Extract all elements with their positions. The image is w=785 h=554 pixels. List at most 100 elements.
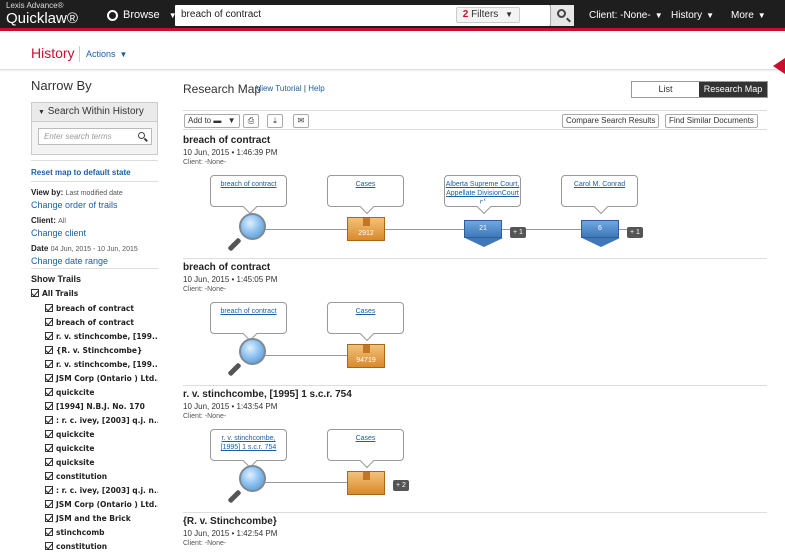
trail-checkbox-label: quickcite [56,444,95,453]
download-button[interactable]: ⤓ [267,114,283,128]
trail-checkbox-label: stinchcomb [56,528,105,537]
client-filter-label: Client: [31,216,56,225]
node-bubble-judge[interactable]: Carol M. Conrad [561,175,638,207]
print-button[interactable]: ⎙ [243,114,259,128]
trail-checkbox-label: JSM Corp (Ontario ) Ltd.... [56,374,158,383]
trail-checkbox[interactable]: stinchcomb [31,526,158,540]
filters-dropdown[interactable]: 2 Filters ▼ [455,7,520,23]
search-input[interactable] [175,5,475,24]
trail-checkbox-label: r. v. stinchcombe, [199... [56,332,158,341]
reset-map-link[interactable]: Reset map to default state [31,168,158,177]
trail-checkbox[interactable]: JSM Corp (Ontario ) Ltd.... [31,498,158,512]
search-button[interactable] [550,5,574,26]
cases-box-icon[interactable]: 94719 [347,344,385,368]
node-bubble-cases[interactable]: Cases [327,302,404,334]
caret-down-icon: ▼ [38,109,45,116]
brand-line1: Lexis Advance® [6,1,64,10]
trail-checkbox[interactable]: {R. v. Stinchcombe} [31,344,158,358]
trail-date: 10 Jun, 2015 • 1:43:54 PM [183,402,278,411]
search-within-toggle[interactable]: ▼ Search Within History [32,103,157,122]
change-client-link[interactable]: Change client [31,228,158,238]
trail-checkbox[interactable]: constitution [31,470,158,484]
trail-checkbox[interactable]: breach of contract [31,302,158,316]
trail-checkbox[interactable]: quickcite [31,442,158,456]
globe-icon [107,9,118,21]
node-bubble-search[interactable]: r. v. stinchcombe, [1995] 1 s.c.r. 754 [210,429,287,461]
narrow-by-heading: Narrow By [31,78,92,93]
actions-menu[interactable]: Actions ▼ [86,49,127,59]
more-menu[interactable]: More ▼ [731,10,766,21]
trail-checkbox[interactable]: constitution [31,540,158,554]
list-view-button[interactable]: List [632,82,699,97]
trail-checkbox[interactable]: JSM Corp (Ontario ) Ltd.... [31,372,158,386]
magnifier-handle [227,489,242,504]
client-menu[interactable]: Client: -None- ▼ [589,10,663,21]
search-within-history: ▼ Search Within History Enter search ter… [31,102,158,155]
browse-menu[interactable]: Browse ▼ [107,9,177,21]
trail-title[interactable]: {R. v. Stinchcombe} [183,516,767,527]
change-order-link[interactable]: Change order of trails [31,200,158,210]
add-to-folder-button[interactable]: Add to ▬ ▼ [184,114,240,128]
trail-checkbox[interactable]: [1994] N.B.J. No. 170 [31,400,158,414]
checkbox-checked-icon [45,528,53,536]
trail-title[interactable]: breach of contract [183,262,767,273]
search-magnifier-icon[interactable] [239,465,266,492]
trail-checkbox[interactable]: : r. c. ivey, [2003] q.j. n... [31,414,158,428]
trail-checkbox[interactable]: JSM and the Brick [31,512,158,526]
judge-filter-icon[interactable]: 6 [581,220,620,247]
checkbox-checked-icon [45,388,53,396]
email-button[interactable]: ✉ [293,114,309,128]
trail-checkbox-label: constitution [56,472,108,481]
trail-checkbox[interactable]: breach of contract [31,316,158,330]
trail-checkbox[interactable]: r. v. stinchcombe, [199... [31,358,158,372]
node-bubble-cases[interactable]: Cases [327,175,404,207]
node-bubble-search[interactable]: breach of contract [210,302,287,334]
cases-box-icon[interactable]: 2912 [347,217,385,241]
history-menu[interactable]: History ▼ [671,10,714,21]
checkbox-checked-icon [45,360,53,368]
trail-client: Client: -None- [183,159,227,166]
brand-logo[interactable]: Lexis Advance® Quicklaw® [6,1,78,27]
link-separator: | [303,84,306,93]
change-date-link[interactable]: Change date range [31,256,158,266]
date-filter-label: Date [31,244,49,253]
checkbox-checked-icon [45,430,53,438]
checkbox-checked-icon [45,500,53,508]
trail-title[interactable]: breach of contract [183,135,767,146]
filters-label: Filters [471,9,499,20]
court-filter-icon[interactable]: 21 [464,220,503,247]
trail-checkbox[interactable]: r. v. stinchcombe, [199... [31,330,158,344]
node-bubble-cases[interactable]: Cases [327,429,404,461]
trail-checkbox[interactable]: : r. c. ivey, [2003] q.j. n... [31,484,158,498]
checkbox-checked-icon [45,402,53,410]
trail-checkbox[interactable]: quickcite [31,428,158,442]
cases-box-icon[interactable] [347,471,385,495]
trail-checkbox[interactable]: quickcite [31,386,158,400]
trail-block: breach of contract 10 Jun, 2015 • 1:45:0… [183,262,767,386]
actions-label: Actions [86,49,116,59]
trail-title[interactable]: r. v. stinchcombe, [1995] 1 s.c.r. 754 [183,389,767,400]
trail-checkbox-label: breach of contract [56,318,134,327]
trail-client: Client: -None- [183,540,227,547]
expand-badge[interactable]: + 2 [393,480,409,491]
trail-checkbox[interactable]: quicksite [31,456,158,470]
view-tutorial-link[interactable]: View Tutorial [256,84,302,93]
panel-toggle-icon[interactable] [773,58,785,74]
expand-badge[interactable]: + 1 [627,227,643,238]
search-within-label: Search Within History [47,106,144,117]
expand-badge[interactable]: + 1 [510,227,526,238]
find-similar-documents-button[interactable]: Find Similar Documents [665,114,758,128]
help-link[interactable]: Help [308,84,324,93]
search-icon[interactable] [138,132,145,139]
trail-list: breach of contract breach of contract r. v… [31,302,158,554]
node-bubble-court[interactable]: Alberta Supreme Court, Appellate Divisio… [444,175,521,207]
all-trails-checkbox[interactable]: All Trails [31,286,158,302]
node-bubble-search[interactable]: breach of contract [210,175,287,207]
search-magnifier-icon[interactable] [239,338,266,365]
checkbox-checked-icon [45,318,53,326]
research-map-view-button[interactable]: Research Map [699,82,767,97]
research-map-panel: Research Map View Tutorial | Help List R… [183,76,768,554]
search-within-input[interactable]: Enter search terms [38,128,152,145]
compare-search-results-button[interactable]: Compare Search Results [562,114,660,128]
search-magnifier-icon[interactable] [239,213,266,240]
